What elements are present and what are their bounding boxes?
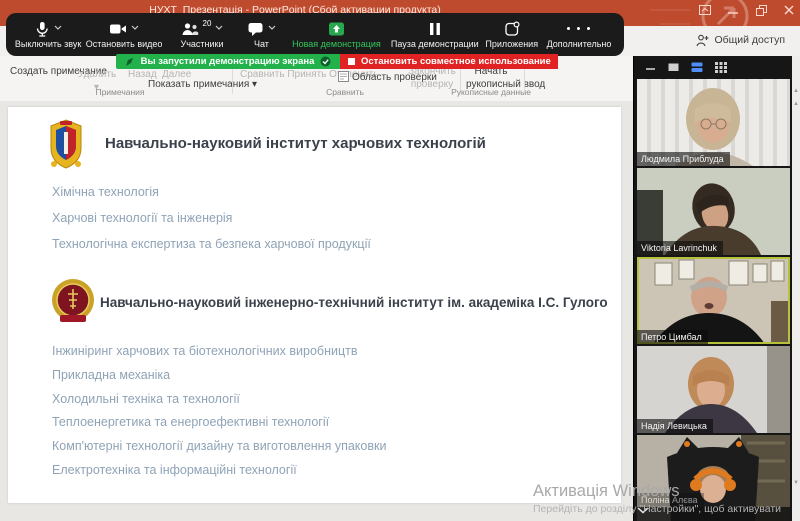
microphone-icon (36, 21, 48, 37)
zoom-video-panel: Людмила Приблуда Viktoria Lavrinchuk Пет… (633, 56, 793, 521)
video-tile[interactable]: Надія Левицька (637, 346, 790, 433)
window-view-icon[interactable] (668, 62, 679, 72)
scrollbar[interactable]: ▲ ▲ ▼ (792, 56, 800, 521)
restore-window-icon[interactable] (754, 4, 768, 16)
create-comment-button[interactable]: Создать примечание (10, 65, 107, 78)
chevron-down-icon[interactable] (54, 25, 62, 30)
minimize-panel-icon[interactable] (646, 62, 656, 72)
pause-share-button[interactable]: Пауза демонстрации (388, 21, 482, 49)
program-item: Харчові технології та інженерія (52, 211, 233, 225)
chat-button[interactable]: Чат (238, 21, 285, 49)
chat-icon (248, 22, 263, 36)
sharing-active-banner[interactable]: Вы запустили демонстрацию экрана (116, 54, 340, 69)
scroll-down-icon[interactable]: ▼ (793, 480, 799, 486)
video-tile-active-speaker[interactable]: Петро Цимбал (637, 257, 790, 344)
participants-count-badge: 20 (202, 18, 212, 28)
food-institute-emblem (50, 119, 82, 169)
participants-icon (182, 22, 198, 35)
video-tile[interactable]: Viktoria Lavrinchuk (637, 168, 790, 255)
strip-view-icon[interactable] (691, 62, 703, 73)
program-item: Теплоенергетика та енергоефективні техно… (52, 415, 330, 429)
ribbon-display-options-icon[interactable] (698, 4, 712, 16)
camera-icon (110, 24, 127, 33)
ink-group-label: Рукописные данные (451, 87, 531, 97)
check-circle-icon[interactable] (320, 56, 331, 67)
windows-activation-hint: Перейдіть до розділу "Настройки", щоб ак… (533, 503, 782, 515)
delete-comment-button: Удалить (78, 69, 117, 80)
program-item: Хімічна технологія (52, 185, 159, 199)
review-pane-icon (338, 71, 349, 82)
minimize-window-icon[interactable] (726, 4, 740, 16)
zoom-meeting-toolbar: Выключить звук Остановить видео 20 Участ… (6, 13, 624, 56)
slide-area: Навчально-науковий інститут харчових тех… (0, 101, 633, 521)
new-share-button[interactable]: Новая демонстрация (285, 21, 388, 49)
chevron-down-icon[interactable] (268, 25, 276, 30)
participant-name: Петро Цимбал (637, 330, 708, 344)
apps-button[interactable]: Приложения (482, 20, 542, 49)
presentation-slide: Навчально-науковий інститут харчових тех… (8, 107, 621, 503)
pause-icon (429, 22, 440, 35)
program-item: Інжиніринг харчових та біотехнологічних … (52, 344, 358, 358)
screen: НУХТ_Презентація - PowerPoint (Сбой акти… (0, 0, 800, 521)
program-item: Технологічна експертиза та безпека харчо… (52, 237, 371, 251)
stop-sharing-button[interactable]: Остановить совместное использование (340, 54, 558, 69)
stop-video-button[interactable]: Остановить видео (82, 21, 166, 49)
share-document-button[interactable]: Общий доступ (687, 29, 794, 51)
stop-icon (348, 58, 355, 65)
program-item: Комп'ютерні технології дизайну та вигото… (52, 439, 387, 453)
program-item: Електротехніка та інформаційні технологі… (52, 463, 297, 477)
participants-button[interactable]: 20 Участники (166, 18, 238, 49)
chevron-down-icon[interactable] (131, 25, 139, 30)
scroll-up-icon[interactable]: ▲ (793, 88, 799, 94)
chevron-down-icon[interactable] (215, 25, 223, 30)
compare-group-label: Сравнить (326, 87, 364, 97)
more-button[interactable]: Дополнительно (542, 21, 616, 49)
person-share-icon (696, 34, 709, 46)
mute-button[interactable]: Выключить звук (14, 21, 82, 49)
section-heading: Навчально-науковий інститут харчових тех… (105, 135, 486, 152)
section-heading: Навчально-науковий інженерно-технічний і… (100, 295, 608, 310)
participant-name: Людмила Приблуда (637, 152, 730, 166)
annotate-icon (125, 57, 133, 66)
participant-name: Viktoria Lavrinchuk (637, 241, 723, 255)
share-screen-icon (328, 22, 344, 35)
program-item: Прикладна механіка (52, 368, 171, 382)
participant-name: Надія Левицька (637, 419, 713, 433)
engineering-institute-emblem (52, 279, 94, 322)
video-panel-header (634, 56, 793, 78)
program-item: Холодильні техніка та технології (52, 392, 240, 406)
share-document-label: Общий доступ (714, 34, 785, 46)
comments-group-label: Примечания (95, 87, 145, 97)
video-tile[interactable]: Людмила Приблуда (637, 79, 790, 166)
apps-icon (505, 20, 520, 36)
more-dots-icon (566, 21, 592, 37)
scroll-up-icon[interactable]: ▲ (793, 101, 799, 107)
grid-view-icon[interactable] (715, 61, 727, 73)
windows-activation-watermark: Активація Windows (533, 482, 680, 500)
close-window-icon[interactable] (782, 4, 796, 16)
